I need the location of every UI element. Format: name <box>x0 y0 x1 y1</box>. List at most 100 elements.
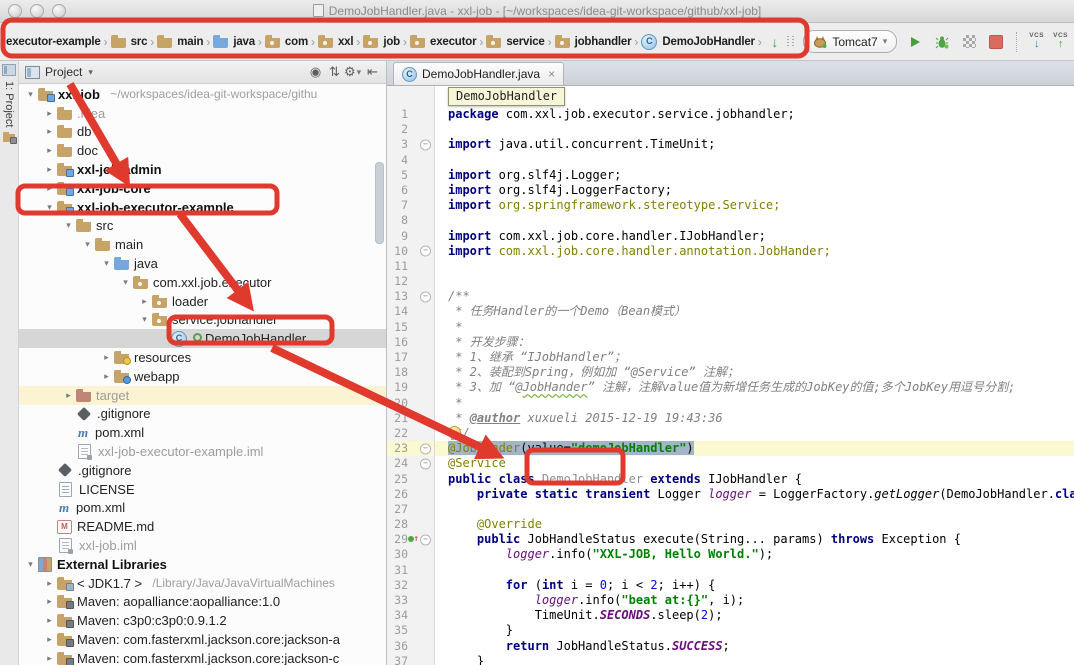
tree-item-maven-com-fasterxml-jackson-core-jackson-c[interactable]: ▸Maven: com.fasterxml.jackson.core:jacks… <box>19 649 386 665</box>
tab-close-icon[interactable]: × <box>548 68 555 80</box>
tree-collapse-arrow-icon[interactable]: ▸ <box>99 352 114 363</box>
tree-item-src[interactable]: ▾src <box>19 217 386 236</box>
gear-icon[interactable]: ⚙▾ <box>344 62 363 82</box>
tree-expand-arrow-icon[interactable]: ▾ <box>23 89 38 100</box>
tree-label: DemoJobHandler <box>205 331 306 346</box>
exclfolder-icon <box>76 389 91 402</box>
tree-collapse-arrow-icon[interactable]: ▸ <box>42 164 57 175</box>
tree-item-target[interactable]: ▸target <box>19 386 386 405</box>
chevron-down-icon[interactable]: ▾ <box>88 67 93 78</box>
tree-item-gitignore[interactable]: .gitignore <box>19 461 386 480</box>
tree-item-pom-xml[interactable]: mpom.xml <box>19 423 386 442</box>
tree-item-webapp[interactable]: ▸webapp <box>19 367 386 386</box>
tree-expand-arrow-icon[interactable]: ▾ <box>118 277 133 288</box>
tree-item-xxl-job-executor-example[interactable]: ▾xxl-job-executor-example <box>19 198 386 217</box>
tree-item-external-libraries[interactable]: ▾External Libraries <box>19 555 386 574</box>
run-button[interactable] <box>906 33 924 51</box>
tree-item-java[interactable]: ▾java <box>19 254 386 273</box>
tree-item-readme-md[interactable]: MREADME.md <box>19 517 386 536</box>
tree-item-xxl-job[interactable]: ▾xxl-job ~/workspaces/idea-git-workspace… <box>19 85 386 104</box>
run-configuration-selector[interactable]: Tomcat7 ▾ <box>803 30 897 53</box>
fold-icon[interactable]: − <box>420 458 431 469</box>
intention-bulb-icon[interactable] <box>448 426 461 439</box>
tree-collapse-arrow-icon[interactable]: ▸ <box>42 108 57 119</box>
tree-collapse-arrow-icon[interactable]: ▸ <box>42 634 57 645</box>
stop-button[interactable] <box>987 33 1005 51</box>
vcs-update-button[interactable]: VCS ↓ <box>1029 33 1044 51</box>
debug-button[interactable] <box>933 33 951 51</box>
code-line-32: for (int i = 0; i < 2; i++) { <box>435 578 1074 593</box>
hide-panel-icon[interactable]: ⇤ <box>363 62 382 82</box>
tree-item-pom-xml[interactable]: mpom.xml <box>19 499 386 518</box>
editor-tab-demojobhandler[interactable]: C DemoJobHandler.java × <box>393 62 564 85</box>
run-with-coverage-button[interactable] <box>960 33 978 51</box>
tree-collapse-arrow-icon[interactable]: ▸ <box>42 596 57 607</box>
tree-item-idea[interactable]: ▸.idea <box>19 104 386 123</box>
tree-item-loader[interactable]: ▸loader <box>19 292 386 311</box>
tree-expand-arrow-icon[interactable]: ▾ <box>42 202 57 213</box>
tree-collapse-arrow-icon[interactable]: ▸ <box>42 615 57 626</box>
breadcrumb-item-main[interactable]: main <box>157 35 203 48</box>
breadcrumb-item-com[interactable]: com <box>265 35 308 48</box>
tree-item-doc[interactable]: ▸doc <box>19 141 386 160</box>
breadcrumb-item-src[interactable]: src <box>111 35 148 48</box>
tree-item-db[interactable]: ▸db <box>19 123 386 142</box>
project-tree-scrollbar[interactable] <box>375 162 384 244</box>
fold-icon[interactable]: − <box>420 246 431 257</box>
project-tool-window-icon[interactable] <box>2 64 16 76</box>
tree-item-maven-aopalliance-aopalliance-1-0[interactable]: ▸Maven: aopalliance:aopalliance:1.0 <box>19 593 386 612</box>
breadcrumb-item-executor[interactable]: executor <box>410 35 476 48</box>
tree-item-xxl-job-admin[interactable]: ▸xxl-job-admin <box>19 160 386 179</box>
fold-icon[interactable]: − <box>420 443 431 454</box>
scroll-down-icon[interactable]: ↓ <box>771 35 778 49</box>
tree-expand-arrow-icon[interactable]: ▾ <box>61 220 76 231</box>
project-files-icon[interactable] <box>3 132 15 142</box>
tree-collapse-arrow-icon[interactable]: ▸ <box>42 578 57 589</box>
tree-item-xxl-job-iml[interactable]: xxl-job.iml <box>19 536 386 555</box>
tree-collapse-arrow-icon[interactable]: ▸ <box>137 296 152 307</box>
tree-expand-arrow-icon[interactable]: ▾ <box>99 258 114 269</box>
override-marker-icon[interactable]: ↑ <box>408 535 419 543</box>
breadcrumb-item-job[interactable]: job <box>363 35 400 48</box>
code-area[interactable]: package com.xxl.job.executor.service.job… <box>435 86 1074 665</box>
tree-expand-arrow-icon[interactable]: ▾ <box>23 559 38 570</box>
collapse-icon[interactable]: ⇅ <box>325 62 344 82</box>
tree-item-gitignore[interactable]: .gitignore <box>19 405 386 424</box>
breadcrumb-item-jobhandler[interactable]: jobhandler <box>555 35 632 48</box>
tree-item-maven-com-fasterxml-jackson-core-jackson-a[interactable]: ▸Maven: com.fasterxml.jackson.core:jacks… <box>19 630 386 649</box>
line-number: 14 <box>394 304 408 318</box>
breadcrumb-item-xxl[interactable]: xxl <box>318 35 353 48</box>
tree-collapse-arrow-icon[interactable]: ▸ <box>42 653 57 664</box>
breadcrumb-label: java <box>233 36 255 48</box>
tree-item-main[interactable]: ▾main <box>19 235 386 254</box>
fold-icon[interactable]: − <box>420 139 431 150</box>
tree-expand-arrow-icon[interactable]: ▾ <box>137 314 152 325</box>
breadcrumb-item-executor-example[interactable]: executor-example <box>6 36 101 48</box>
tree-item-xxl-job-core[interactable]: ▸xxl-job-core <box>19 179 386 198</box>
fold-icon[interactable]: − <box>420 534 431 545</box>
tree-item-maven-c3p0-c3p0-0-9-1-2[interactable]: ▸Maven: c3p0:c3p0:0.9.1.2 <box>19 611 386 630</box>
vcs-commit-button[interactable]: VCS ↑ <box>1053 33 1068 51</box>
tree-item-resources[interactable]: ▸resources <box>19 348 386 367</box>
tree-item-com-xxl-job-executor[interactable]: ▾com.xxl.job.executor <box>19 273 386 292</box>
tree-label: xxl-job.iml <box>79 538 137 553</box>
tree-item-demojobhandler[interactable]: CDemoJobHandler <box>19 329 386 348</box>
fold-icon[interactable]: − <box>420 291 431 302</box>
locate-icon[interactable]: ◉ <box>306 62 325 82</box>
tree-item-license[interactable]: LICENSE <box>19 480 386 499</box>
tree-item-xxl-job-executor-example-iml[interactable]: xxl-job-executor-example.iml <box>19 442 386 461</box>
tree-collapse-arrow-icon[interactable]: ▸ <box>99 371 114 382</box>
tree-item-service-jobhandler[interactable]: ▾service.jobhandler <box>19 311 386 330</box>
breadcrumb-item-service[interactable]: service <box>486 35 544 48</box>
project-stripe-button[interactable]: 1: Project <box>3 81 15 127</box>
breadcrumb-item-java[interactable]: java <box>213 35 255 48</box>
tree-expand-arrow-icon[interactable]: ▾ <box>80 239 95 250</box>
tree-item-jdk1-7[interactable]: ▸< JDK1.7 > /Library/Java/JavaVirtualMac… <box>19 574 386 593</box>
tree-collapse-arrow-icon[interactable]: ▸ <box>42 145 57 156</box>
tree-collapse-arrow-icon[interactable]: ▸ <box>42 183 57 194</box>
tree-collapse-arrow-icon[interactable]: ▸ <box>61 390 76 401</box>
breadcrumb-item-demojobhandler[interactable]: CDemoJobHandler <box>641 34 754 50</box>
tree-label: .gitignore <box>78 463 131 478</box>
tree-collapse-arrow-icon[interactable]: ▸ <box>42 126 57 137</box>
resfolder-icon <box>114 351 129 364</box>
